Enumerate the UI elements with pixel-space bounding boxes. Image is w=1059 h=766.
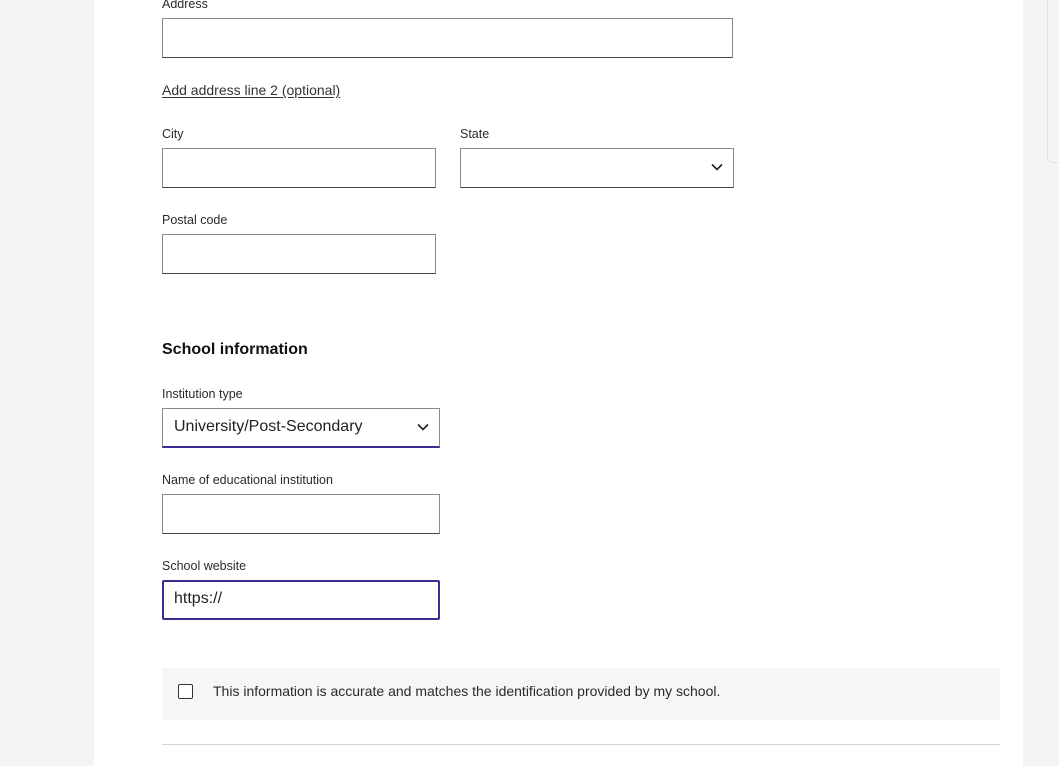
postal-code-field[interactable] bbox=[162, 234, 436, 274]
institution-type-selected-value: University/Post-Secondary bbox=[174, 418, 363, 435]
school-information-heading: School information bbox=[162, 341, 308, 358]
school-website-label: School website bbox=[162, 559, 247, 573]
institution-type-label: Institution type bbox=[162, 387, 243, 401]
consent-panel: This information is accurate and matches… bbox=[162, 668, 1000, 720]
institution-name-label: Name of educational institution bbox=[162, 473, 333, 487]
chevron-down-icon bbox=[417, 423, 429, 431]
school-website-value: https:// bbox=[174, 590, 223, 607]
state-label: State bbox=[460, 127, 490, 141]
side-panel-edge bbox=[1047, 0, 1059, 163]
school-website-field[interactable]: https:// bbox=[162, 580, 440, 620]
form-card bbox=[94, 0, 1023, 766]
city-label: City bbox=[162, 127, 184, 141]
state-select[interactable] bbox=[460, 148, 734, 188]
consent-text[interactable]: This information is accurate and matches… bbox=[213, 683, 720, 699]
address-label: Address bbox=[162, 0, 208, 11]
institution-name-field[interactable] bbox=[162, 494, 440, 534]
postal-code-label: Postal code bbox=[162, 213, 228, 227]
add-address-line2-link[interactable]: Add address line 2 (optional) bbox=[162, 82, 340, 98]
address-field[interactable] bbox=[162, 18, 733, 58]
chevron-down-icon bbox=[711, 163, 723, 171]
consent-checkbox[interactable] bbox=[178, 684, 193, 699]
institution-type-select[interactable]: University/Post-Secondary bbox=[162, 408, 440, 448]
city-field[interactable] bbox=[162, 148, 436, 188]
section-divider bbox=[162, 744, 1000, 745]
